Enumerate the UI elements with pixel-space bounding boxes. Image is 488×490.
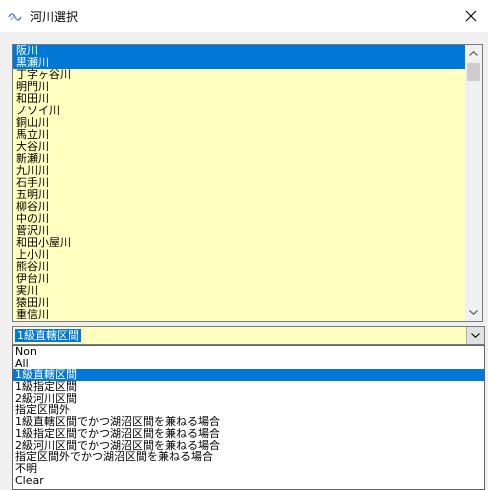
river-list-items: 阪川 黒瀬川 丁字ヶ谷川 明門川 和田川 ノソイ川 銅山川 馬立川 大谷川 新瀬川 九川川 石手川 五明… bbox=[13, 45, 465, 321]
section-combobox[interactable]: 1級直轄区間 bbox=[12, 326, 485, 345]
dropdown-option[interactable]: 指定区間外 bbox=[13, 404, 484, 416]
dropdown-option[interactable]: 不明 bbox=[13, 463, 484, 475]
section-dropdown-list: Non All 1級直轄区間 1級指定区間 2級河川区間 指定区間外 1級直轄区間でかつ湖沼… bbox=[12, 345, 485, 490]
river-list-item[interactable]: 銅山川 bbox=[13, 117, 465, 129]
dropdown-option[interactable]: 指定区間外でかつ湖沼区間を兼ねる場合 bbox=[13, 451, 484, 463]
river-list-item[interactable]: ノソイ川 bbox=[13, 105, 465, 117]
river-list-item[interactable]: 中の川 bbox=[13, 213, 465, 225]
river-list-item[interactable]: 新瀬川 bbox=[13, 153, 465, 165]
dropdown-option[interactable]: 2級河川区間でかつ湖沼区間を兼ねる場合 bbox=[13, 440, 484, 452]
river-list-item[interactable]: 黒瀬川 bbox=[13, 57, 465, 69]
dropdown-option[interactable]: 1級直轄区間でかつ湖沼区間を兼ねる場合 bbox=[13, 416, 484, 428]
river-list-item[interactable]: 実川 bbox=[13, 285, 465, 297]
river-list-item[interactable]: 五明川 bbox=[13, 189, 465, 201]
close-icon bbox=[465, 10, 477, 22]
dropdown-option[interactable]: Clear bbox=[13, 475, 484, 487]
river-list-item[interactable]: 重信川 bbox=[13, 309, 465, 321]
river-list-item[interactable]: 九川川 bbox=[13, 165, 465, 177]
river-list-item[interactable]: 伊台川 bbox=[13, 273, 465, 285]
app-icon bbox=[8, 9, 24, 23]
river-list-item[interactable]: 馬立川 bbox=[13, 129, 465, 141]
scroll-down-arrow-icon[interactable] bbox=[465, 304, 482, 321]
chevron-down-icon bbox=[471, 333, 480, 338]
river-list-item[interactable]: 菅沢川 bbox=[13, 225, 465, 237]
combo-selected-value: 1級直轄区間 bbox=[15, 329, 81, 342]
dropdown-option[interactable]: All bbox=[13, 358, 484, 370]
river-list-item[interactable]: 和田川 bbox=[13, 93, 465, 105]
dropdown-option[interactable]: 1級指定区間 bbox=[13, 381, 484, 393]
river-list-item[interactable]: 和田小屋川 bbox=[13, 237, 465, 249]
river-list-item[interactable]: 上小川 bbox=[13, 249, 465, 261]
window-title: 河川選択 bbox=[30, 10, 79, 24]
river-list-item[interactable]: 大谷川 bbox=[13, 141, 465, 153]
river-list-item[interactable]: 丁字ヶ谷川 bbox=[13, 69, 465, 81]
scroll-thumb[interactable] bbox=[467, 63, 480, 81]
river-list-item[interactable]: 熊谷川 bbox=[13, 261, 465, 273]
dropdown-option[interactable]: 1級直轄区間 bbox=[13, 369, 484, 382]
river-list-item[interactable]: 明門川 bbox=[13, 81, 465, 93]
dropdown-option[interactable]: Non bbox=[13, 346, 484, 358]
river-list-item[interactable]: 柳谷川 bbox=[13, 201, 465, 213]
river-list-item[interactable]: 猿田川 bbox=[13, 297, 465, 309]
dropdown-option[interactable]: 1級指定区間でかつ湖沼区間を兼ねる場合 bbox=[13, 428, 484, 440]
close-button[interactable] bbox=[454, 0, 488, 32]
river-listbox[interactable]: 阪川 黒瀬川 丁字ヶ谷川 明門川 和田川 ノソイ川 銅山川 馬立川 大谷川 新瀬川 九川川 石手川 五明… bbox=[12, 44, 483, 322]
river-list-item[interactable]: 石手川 bbox=[13, 177, 465, 189]
scroll-up-arrow-icon[interactable] bbox=[465, 45, 482, 62]
list-scrollbar[interactable] bbox=[465, 45, 482, 321]
title-bar: 河川選択 bbox=[0, 0, 488, 32]
combo-dropdown-button[interactable] bbox=[466, 327, 484, 344]
river-list-item[interactable]: 阪川 bbox=[13, 45, 465, 57]
dropdown-option[interactable]: 2級河川区間 bbox=[13, 393, 484, 405]
